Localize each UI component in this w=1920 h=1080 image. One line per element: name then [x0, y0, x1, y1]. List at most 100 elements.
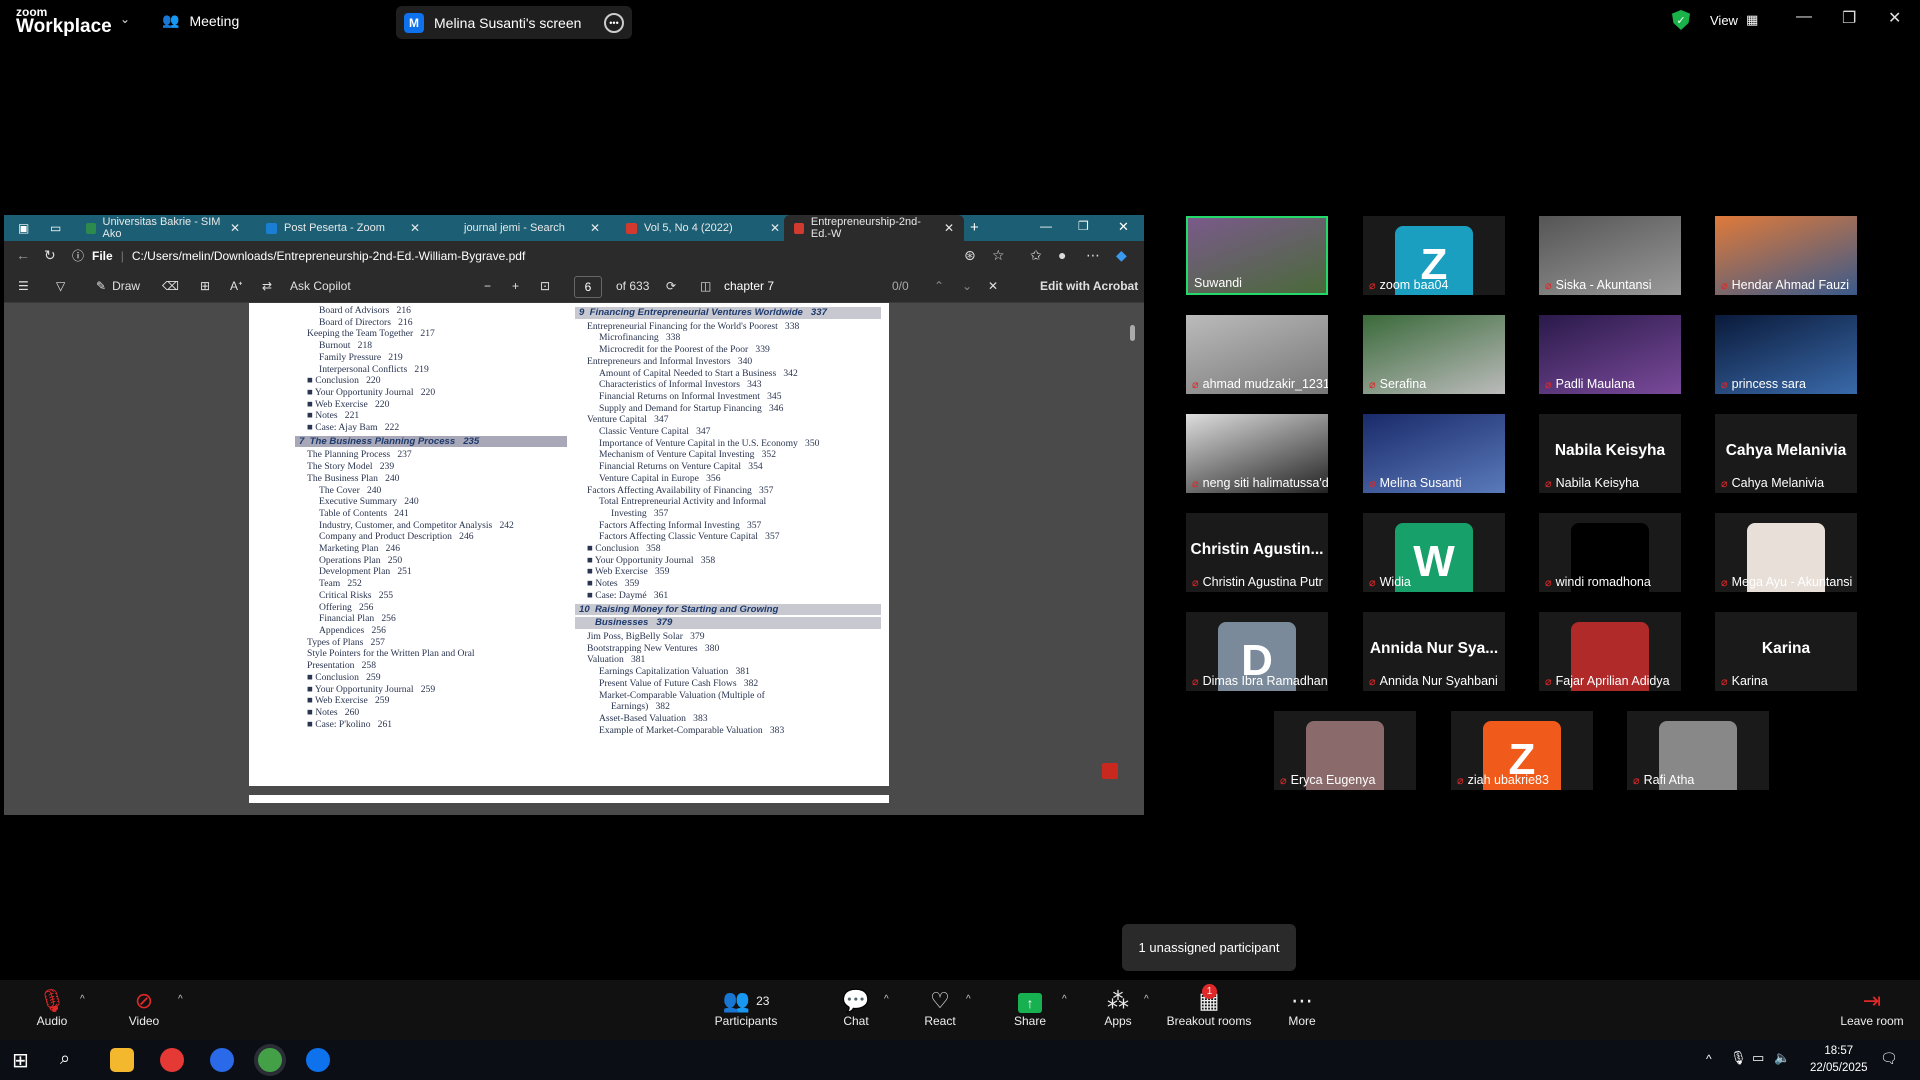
pdf-scrollbar[interactable] [1128, 303, 1138, 803]
chrome-icon[interactable] [160, 1048, 184, 1072]
browser-maximize-icon[interactable]: ❐ [1078, 219, 1089, 233]
close-tab-icon[interactable]: ✕ [230, 221, 240, 235]
participant-tile[interactable]: ⌀ princess sara [1715, 315, 1857, 394]
participant-tile[interactable]: W ⌀ Widia [1363, 513, 1505, 592]
participant-tile[interactable]: ⌀ Fajar Aprilian Adidya [1539, 612, 1681, 691]
rotate-icon[interactable]: ⟳ [666, 279, 676, 293]
find-input[interactable]: chapter 7 [724, 274, 914, 298]
participant-tile[interactable]: ⌀neng siti halimatussa'diah [1186, 414, 1328, 493]
participant-tile[interactable]: ⌀ Padli Maulana [1539, 315, 1681, 394]
chrome-active-icon[interactable] [258, 1048, 282, 1072]
search-icon[interactable]: ⌕ [60, 1048, 84, 1072]
browser-tab-2[interactable]: Post Peserta - Zoom ✕ [256, 215, 430, 241]
participant-tile[interactable]: Z ⌀ zoom baa04 [1363, 216, 1505, 295]
page-view-icon[interactable]: ◫ [700, 279, 711, 293]
new-tab-icon[interactable]: + [970, 219, 979, 236]
more-button[interactable]: ⋯ More [1262, 988, 1342, 1028]
eraser-icon[interactable]: ⌫ [162, 279, 179, 293]
close-icon[interactable]: ✕ [1888, 8, 1901, 28]
participant-tile[interactable]: ⌀ Melina Susanti [1363, 414, 1505, 493]
participant-tile[interactable]: Cahya Melanivia ⌀ Cahya Melanivia [1715, 414, 1857, 493]
share-button[interactable]: ↑ Share [990, 988, 1070, 1028]
file-explorer-icon[interactable] [110, 1048, 134, 1072]
participant-tile[interactable]: ⌀ Mega Ayu - Akuntansi [1715, 513, 1857, 592]
video-options-caret[interactable]: ^ [178, 994, 183, 1005]
participant-tile[interactable]: ⌀ Serafina [1363, 315, 1505, 394]
back-icon[interactable]: ← [16, 247, 30, 263]
volume-icon[interactable]: 🔈 [1774, 1050, 1790, 1066]
browser-tab-1[interactable]: Universitas Bakrie - SIM Ako ✕ [76, 215, 250, 241]
read-aloud-pdf-icon[interactable]: Aᐩ [230, 279, 243, 293]
taskbar-clock[interactable]: 18:57 22/05/2025 [1810, 1043, 1868, 1077]
close-tab-icon[interactable]: ✕ [944, 221, 954, 235]
view-button[interactable]: View ▦ [1710, 12, 1758, 28]
minimize-icon[interactable]: — [1796, 8, 1812, 26]
translate-icon[interactable]: ⇄ [262, 279, 272, 293]
react-options-caret[interactable]: ^ [966, 994, 971, 1005]
find-next-icon[interactable]: ⌄ [962, 279, 972, 293]
copilot-icon[interactable]: ◆ [1116, 247, 1127, 264]
restore-icon[interactable]: ❐ [1842, 8, 1856, 28]
meeting-info-button[interactable]: 👥 Meeting [162, 12, 239, 29]
breakout-rooms-button[interactable]: ▦ 1 Breakout rooms [1158, 984, 1260, 1028]
tray-chevron-icon[interactable]: ^ [1706, 1052, 1712, 1066]
participant-tile[interactable]: Karina ⌀ Karina [1715, 612, 1857, 691]
edit-with-acrobat-button[interactable]: Edit with Acrobat [1040, 279, 1138, 293]
browser-close-icon[interactable]: ✕ [1118, 219, 1129, 235]
network-icon[interactable]: ▭ [1752, 1050, 1764, 1066]
participant-tile[interactable]: ⌀ Siska - Akuntansi [1539, 216, 1681, 295]
close-tab-icon[interactable]: ✕ [410, 221, 420, 235]
unassigned-participant-tooltip[interactable]: 1 unassigned participant [1122, 924, 1296, 971]
favorite-star-icon[interactable]: ☆ [992, 247, 1005, 264]
scroll-thumb[interactable] [1130, 325, 1135, 341]
participant-tile[interactable]: ⌀ Eryca Eugenya [1274, 711, 1416, 790]
close-find-icon[interactable]: ✕ [988, 279, 998, 293]
workspaces-icon[interactable]: ▣ [18, 221, 29, 235]
leave-room-button[interactable]: ⇥ Leave room [1830, 988, 1914, 1028]
page-number-input[interactable]: 6 [574, 276, 602, 298]
find-prev-icon[interactable]: ⌃ [934, 279, 944, 293]
video-button[interactable]: ⊘ Video [104, 988, 184, 1028]
tab-actions-icon[interactable]: ▭ [50, 221, 61, 235]
zoom-out-icon[interactable]: − [484, 279, 491, 293]
contents-icon[interactable]: ☰ [18, 279, 29, 293]
participant-tile[interactable]: Christin Agustin... ⌀ Christin Agustina Pu… [1186, 513, 1328, 592]
security-shield-icon[interactable]: ✓ [1672, 10, 1690, 30]
close-tab-icon[interactable]: ✕ [770, 221, 780, 235]
start-icon[interactable]: ⊞ [12, 1048, 36, 1072]
browser-tab-4[interactable]: Vol 5, No 4 (2022) ✕ [616, 215, 790, 241]
address-bar[interactable]: ⓘ File | C:/Users/melin/Downloads/Entrep… [72, 245, 972, 266]
participant-tile[interactable]: Annida Nur Sya... ⌀ Annida Nur Syahbani [1363, 612, 1505, 691]
highlight-icon[interactable]: ▽ [56, 279, 65, 293]
read-aloud-icon[interactable]: ⊛ [964, 247, 976, 264]
zoom-in-icon[interactable]: + [512, 279, 519, 293]
participant-tile[interactable]: D ⌀ Dimas Ibra Ramadhan [1186, 612, 1328, 691]
favorites-icon[interactable]: ✩ [1030, 247, 1042, 264]
share-options-caret[interactable]: ^ [1062, 994, 1067, 1005]
participant-tile[interactable]: ⌀ windi romadhona [1539, 513, 1681, 592]
close-tab-icon[interactable]: ✕ [590, 221, 600, 235]
chevron-down-icon[interactable]: ⌄ [120, 12, 130, 26]
notifications-icon[interactable]: 🗨 [1880, 1050, 1898, 1067]
refresh-icon[interactable]: ↻ [44, 247, 56, 264]
browser-tab-5[interactable]: Entrepreneurship-2nd-Ed.-W ✕ [784, 215, 964, 241]
text-box-icon[interactable]: ⊞ [200, 279, 210, 293]
apps-options-caret[interactable]: ^ [1144, 994, 1149, 1005]
fit-page-icon[interactable]: ⊡ [540, 279, 550, 293]
acrobat-icon[interactable] [1102, 763, 1118, 779]
mic-tray-icon[interactable]: 🎙 [1730, 1050, 1747, 1066]
participant-tile[interactable]: ⌀ahmad mudzakir_12317... [1186, 315, 1328, 394]
browser-tab-3[interactable]: journal jemi - Search ✕ [436, 215, 610, 241]
settings-more-icon[interactable]: ⋯ [1086, 247, 1100, 264]
browser-minimize-icon[interactable]: — [1040, 219, 1052, 233]
participant-tile[interactable]: ⌀ Rafi Atha [1627, 711, 1769, 790]
chat-options-caret[interactable]: ^ [884, 994, 889, 1005]
profile-icon[interactable]: ● [1058, 247, 1066, 263]
screen-share-indicator[interactable]: M Melina Susanti's screen ••• [396, 6, 632, 39]
ask-copilot-button[interactable]: Ask Copilot [290, 279, 351, 293]
zoom-taskbar-icon[interactable] [306, 1048, 330, 1072]
audio-options-caret[interactable]: ^ [80, 994, 85, 1005]
more-options-icon[interactable]: ••• [604, 12, 624, 33]
participant-tile[interactable]: ⌀ Hendar Ahmad Fauzi [1715, 216, 1857, 295]
participant-tile[interactable]: Suwandi [1186, 216, 1328, 295]
